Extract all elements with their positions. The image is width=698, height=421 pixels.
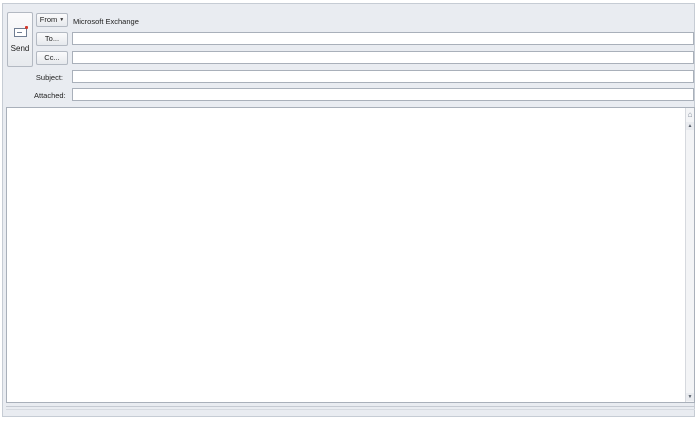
to-field[interactable] [72, 32, 694, 45]
vertical-scrollbar[interactable]: ⌂ ▲ ▼ [685, 108, 694, 402]
scroll-down-icon[interactable]: ▼ [686, 393, 694, 401]
attached-field[interactable] [72, 88, 694, 101]
scroll-up-icon[interactable]: ▲ [686, 122, 694, 130]
to-button-label: To... [44, 34, 60, 43]
cc-button-label: Cc... [44, 53, 60, 62]
subject-field[interactable] [72, 70, 694, 83]
send-button[interactable]: Send [7, 12, 33, 67]
from-button[interactable]: From ▼ [36, 13, 68, 27]
cc-button[interactable]: Cc... [36, 51, 68, 65]
subject-label: Subject: [35, 73, 63, 82]
from-account: Microsoft Exchange [73, 17, 139, 26]
send-mail-icon [14, 26, 28, 37]
to-button[interactable]: To... [36, 32, 68, 46]
ruler-icon[interactable]: ⌂ [686, 110, 694, 120]
from-button-label: From [39, 15, 58, 24]
divider [6, 409, 695, 410]
divider [6, 406, 695, 407]
message-body[interactable]: ⌂ ▲ ▼ [6, 107, 695, 403]
send-button-label: Send [10, 44, 30, 53]
chevron-down-icon: ▼ [59, 17, 65, 23]
cc-field[interactable] [72, 51, 694, 64]
message-header-panel: Send From ▼ Microsoft Exchange To... Cc..… [2, 3, 695, 417]
attached-label: Attached: [34, 91, 66, 100]
